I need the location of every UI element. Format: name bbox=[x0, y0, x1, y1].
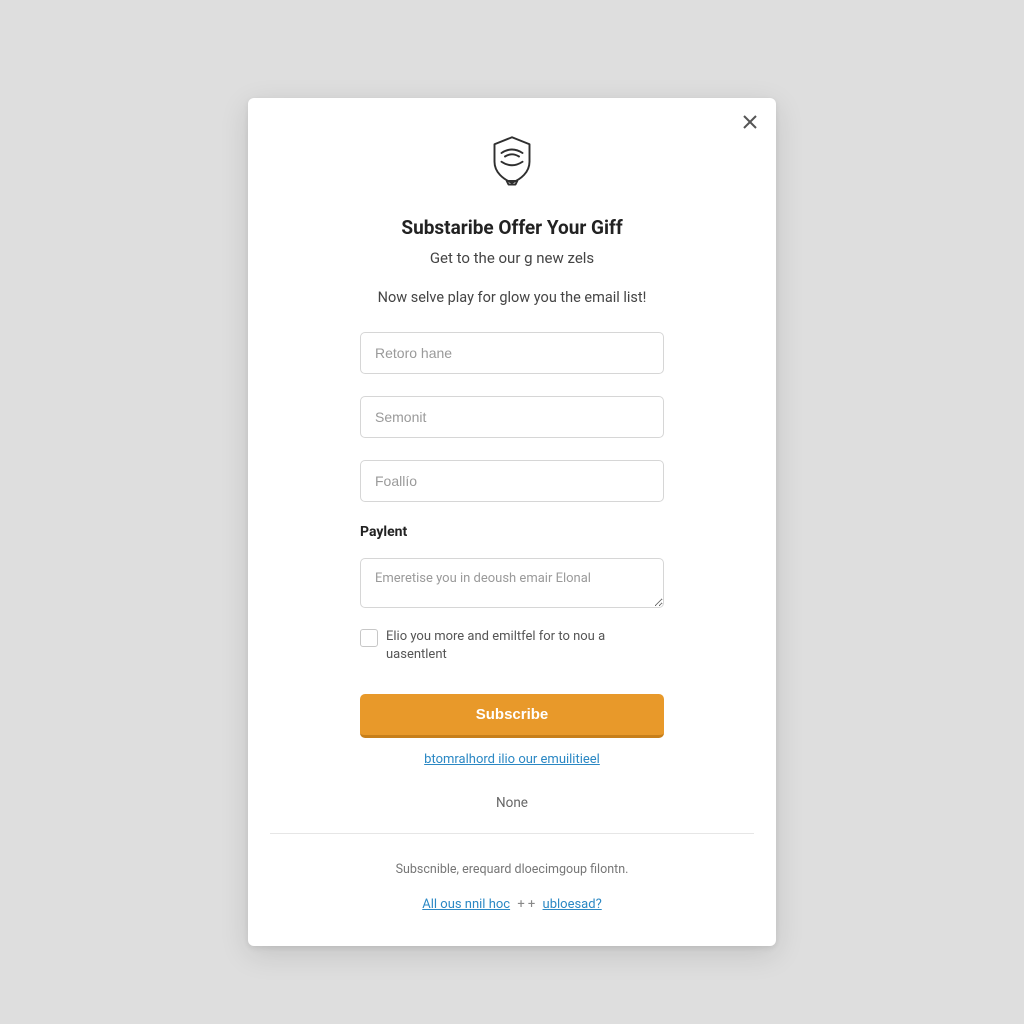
second-input[interactable] bbox=[360, 396, 664, 438]
footer-text: Subscnible, erequard dloecimgoup filontn… bbox=[248, 862, 776, 877]
brand-logo-icon bbox=[484, 132, 540, 188]
consent-row: Elio you more and emiltfel for to nou a … bbox=[360, 628, 664, 664]
divider bbox=[270, 833, 754, 834]
third-input[interactable] bbox=[360, 460, 664, 502]
primary-link[interactable]: btomralhord ilio our emuilitieel bbox=[360, 752, 664, 767]
subscribe-button[interactable]: Subscribe bbox=[360, 694, 664, 738]
consent-label: Elio you more and emiltfel for to nou a … bbox=[386, 628, 664, 664]
modal-title: Substaribe Offer Your Giff bbox=[360, 216, 664, 239]
message-textarea[interactable] bbox=[360, 558, 664, 608]
logo-container bbox=[360, 132, 664, 188]
modal-subtitle: Get to the our g new zels bbox=[360, 249, 664, 267]
footer-link-left[interactable]: All ous nnil hoc bbox=[422, 897, 510, 912]
close-icon bbox=[742, 114, 758, 130]
name-input[interactable] bbox=[360, 332, 664, 374]
consent-checkbox[interactable] bbox=[360, 629, 378, 647]
close-button[interactable] bbox=[740, 112, 760, 132]
footer-link-row: All ous nnil hoc + + ubloesad? bbox=[248, 897, 776, 912]
modal-lead: Now selve play for glow you the email li… bbox=[360, 289, 664, 306]
footer-separator: + + bbox=[517, 897, 535, 912]
none-text: None bbox=[360, 795, 664, 811]
footer-link-right[interactable]: ubloesad? bbox=[543, 897, 602, 912]
subscribe-modal: Substaribe Offer Your Giff Get to the ou… bbox=[248, 98, 776, 946]
section-label: Paylent bbox=[360, 524, 664, 540]
